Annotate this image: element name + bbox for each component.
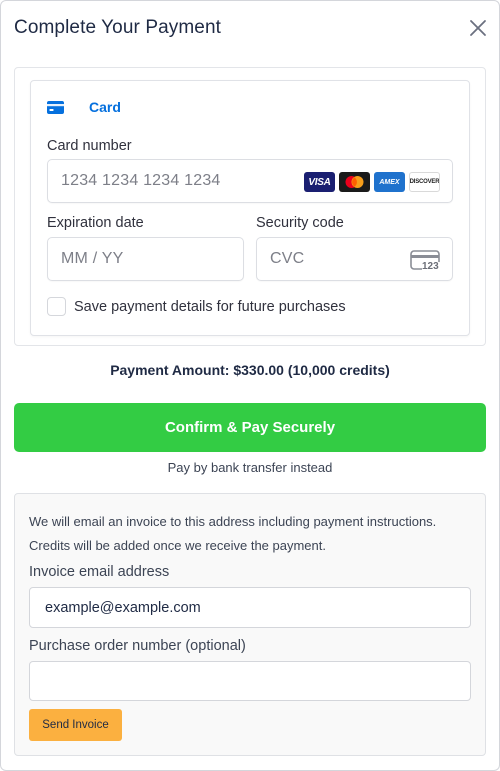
- save-details-label: Save payment details for future purchase…: [74, 299, 346, 315]
- card-number-placeholder: 1234 1234 1234 1234: [61, 172, 221, 189]
- card-number-input[interactable]: 1234 1234 1234 1234 VISA AMEX DISCOVER: [47, 159, 453, 203]
- dialog-title: Complete Your Payment: [14, 17, 221, 38]
- expiration-placeholder: MM / YY: [61, 250, 124, 267]
- invoice-email-input[interactable]: example@example.com: [29, 587, 471, 628]
- cvc-card-icon: 123: [410, 250, 441, 277]
- expiration-input[interactable]: MM / YY: [47, 237, 244, 281]
- cvc-icon-digits: 123: [422, 261, 439, 272]
- visa-icon: VISA: [304, 172, 335, 192]
- invoice-email-label: Invoice email address: [29, 564, 170, 580]
- invoice-note-line-1: We will email an invoice to this address…: [29, 514, 437, 529]
- card-number-label: Card number: [47, 138, 132, 154]
- tab-card[interactable]: Card: [47, 98, 121, 116]
- send-invoice-button[interactable]: Send Invoice: [29, 709, 122, 741]
- security-code-placeholder: CVC: [270, 250, 305, 267]
- bank-transfer-link[interactable]: Pay by bank transfer instead: [0, 460, 500, 475]
- card-form-panel: [30, 80, 470, 336]
- tab-card-label: Card: [89, 99, 121, 115]
- confirm-pay-button[interactable]: Confirm & Pay Securely: [14, 403, 486, 452]
- security-code-label: Security code: [256, 215, 344, 231]
- security-code-input[interactable]: CVC 123: [256, 237, 453, 281]
- amex-icon: AMEX: [374, 172, 405, 192]
- card-brand-logos: VISA AMEX DISCOVER: [304, 172, 440, 192]
- payment-amount: Payment Amount: $330.00 (10,000 credits): [110, 362, 390, 378]
- invoice-note-line-2: Credits will be added once we receive th…: [29, 538, 326, 553]
- invoice-note: We will email an invoice to this address…: [29, 510, 469, 558]
- mastercard-icon: [339, 172, 370, 192]
- po-number-label: Purchase order number (optional): [29, 638, 246, 654]
- save-details-checkbox[interactable]: [47, 297, 66, 316]
- discover-icon: DISCOVER: [409, 172, 440, 192]
- po-number-input[interactable]: [29, 661, 471, 701]
- credit-card-icon: [47, 100, 64, 114]
- expiration-label: Expiration date: [47, 215, 144, 231]
- invoice-email-value: example@example.com: [45, 599, 201, 616]
- close-icon[interactable]: [468, 18, 488, 38]
